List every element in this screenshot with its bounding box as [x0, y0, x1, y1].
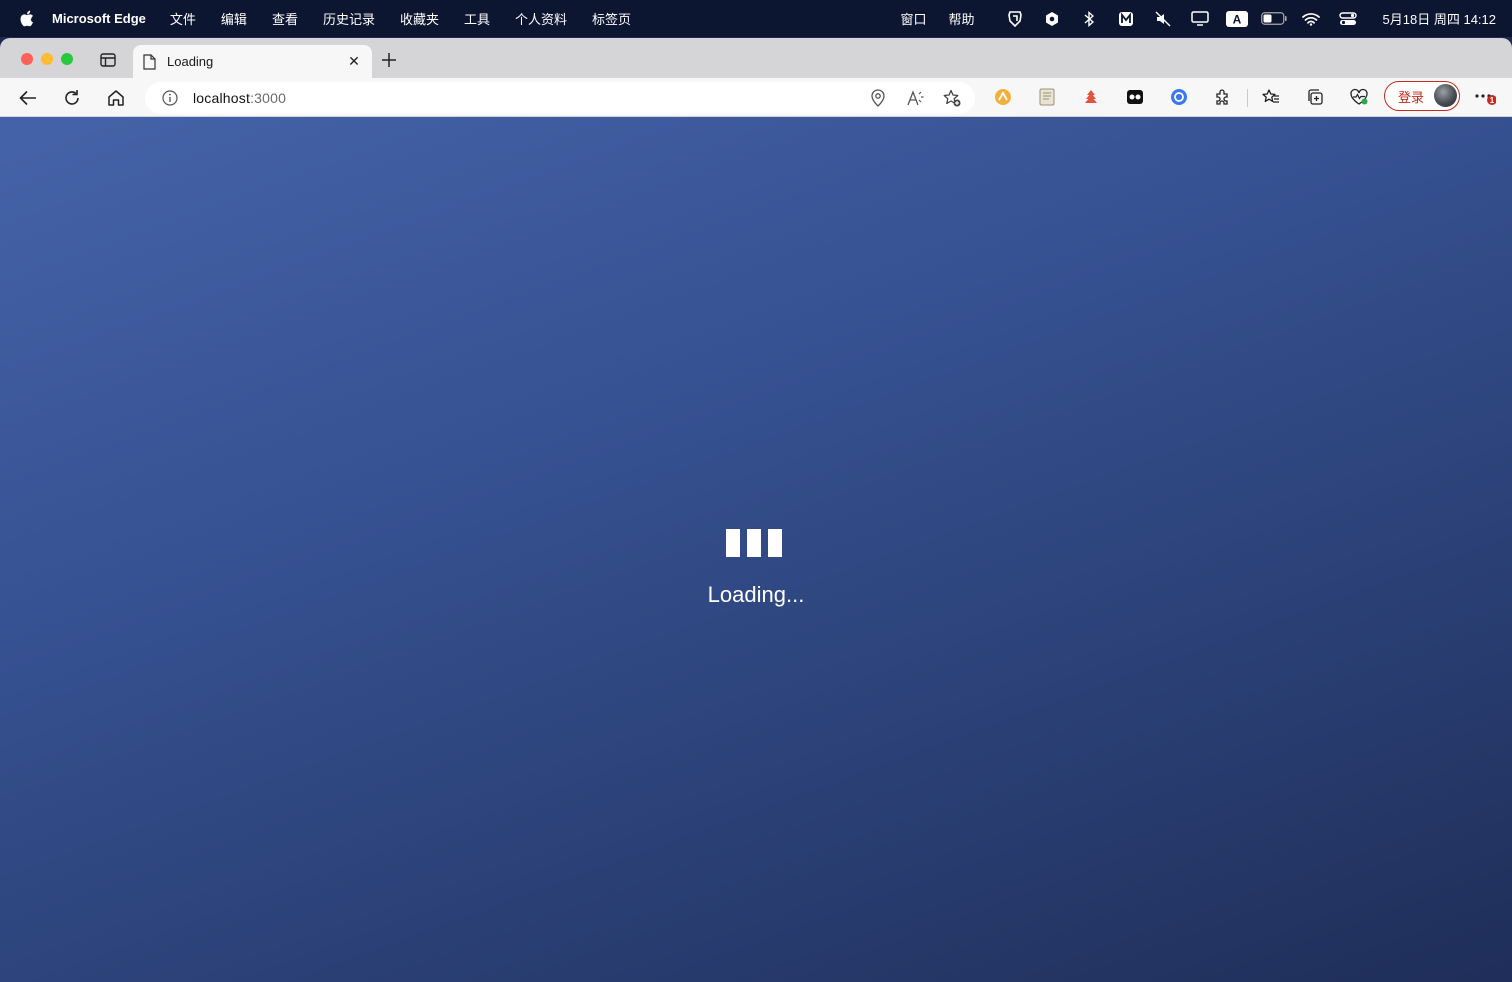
- sign-in-button[interactable]: 登录: [1384, 81, 1460, 111]
- display-icon[interactable]: [1182, 0, 1219, 37]
- read-aloud-icon[interactable]: [907, 89, 925, 107]
- extension-tree-icon[interactable]: [1081, 87, 1101, 107]
- refresh-icon[interactable]: [61, 87, 83, 109]
- profile-avatar[interactable]: [1434, 84, 1457, 107]
- menu-help[interactable]: 帮助: [949, 9, 975, 28]
- menu-view[interactable]: 查看: [272, 9, 298, 28]
- sign-in-label: 登录: [1398, 89, 1425, 105]
- bluetooth-icon[interactable]: [1071, 0, 1108, 37]
- menu-profile[interactable]: 个人资料: [515, 9, 567, 28]
- menu-history[interactable]: 历史记录: [323, 9, 375, 28]
- menu-tools[interactable]: 工具: [464, 9, 490, 28]
- tab-actions-icon[interactable]: [100, 52, 118, 70]
- tab-loading[interactable]: Loading ✕: [133, 45, 372, 78]
- url-text[interactable]: localhost:3000: [193, 90, 286, 106]
- status-tray: A: [997, 0, 1367, 37]
- loader-bar: [726, 529, 740, 557]
- svg-text:A: A: [1233, 12, 1242, 26]
- battery-icon[interactable]: [1256, 0, 1293, 37]
- collections-icon[interactable]: [1305, 87, 1325, 107]
- url-port: :3000: [250, 90, 287, 106]
- notification-badge: 1: [1490, 96, 1495, 105]
- guard-icon[interactable]: [997, 0, 1034, 37]
- shield-icon[interactable]: [1034, 0, 1071, 37]
- back-arrow-icon[interactable]: [17, 87, 39, 109]
- extension-orange-icon[interactable]: [993, 87, 1013, 107]
- tab-strip: Loading ✕: [0, 38, 1512, 78]
- extension-mask-icon[interactable]: [1125, 87, 1145, 107]
- loading-spinner-bars: [726, 529, 782, 557]
- loading-text: Loading...: [707, 582, 805, 607]
- address-bar[interactable]: localhost:3000: [145, 82, 975, 114]
- mute-icon[interactable]: [1145, 0, 1182, 37]
- home-icon[interactable]: [105, 87, 127, 109]
- wifi-icon[interactable]: [1293, 0, 1330, 37]
- add-favorite-icon[interactable]: [943, 89, 961, 107]
- extension-blue-circle-icon[interactable]: [1169, 87, 1189, 107]
- input-method-icon[interactable]: A: [1219, 0, 1256, 37]
- page-icon: [143, 53, 157, 70]
- extensions-puzzle-icon[interactable]: [1213, 87, 1233, 107]
- window-controls: [21, 53, 73, 65]
- app-name-menu[interactable]: Microsoft Edge: [52, 11, 146, 26]
- page-content: Loading...: [0, 117, 1512, 982]
- url-host: localhost: [193, 90, 251, 106]
- loader-bar: [768, 529, 782, 557]
- m-app-icon[interactable]: [1108, 0, 1145, 37]
- favorites-icon[interactable]: [1261, 87, 1281, 107]
- menu-tabs[interactable]: 标签页: [592, 9, 631, 28]
- close-tab-icon[interactable]: ✕: [346, 53, 362, 70]
- site-info-icon[interactable]: [162, 90, 178, 106]
- browser-essentials-icon[interactable]: [1349, 87, 1369, 107]
- zoom-window-button[interactable]: [61, 53, 73, 65]
- control-center-icon[interactable]: [1330, 0, 1367, 37]
- loader-bar: [747, 529, 761, 557]
- menu-window[interactable]: 窗口: [901, 9, 927, 28]
- close-window-button[interactable]: [21, 53, 33, 65]
- new-tab-plus-icon[interactable]: [380, 51, 400, 71]
- browser-toolbar: localhost:3000 登录 1: [0, 78, 1512, 117]
- menu-edit[interactable]: 编辑: [221, 9, 247, 28]
- macos-menubar: Microsoft Edge 文件 编辑 查看 历史记录 收藏夹 工具 个人资料…: [0, 0, 1512, 37]
- minimize-window-button[interactable]: [41, 53, 53, 65]
- tab-title: Loading: [167, 54, 214, 69]
- toolbar-divider: [1247, 89, 1248, 107]
- extension-document-icon[interactable]: [1037, 87, 1057, 107]
- apple-menu-icon[interactable]: [0, 10, 52, 27]
- location-pin-icon[interactable]: [869, 89, 887, 107]
- menu-favorites[interactable]: 收藏夹: [400, 9, 439, 28]
- menubar-datetime[interactable]: 5月18日 周四 14:12: [1383, 9, 1496, 28]
- menu-file[interactable]: 文件: [170, 9, 196, 28]
- browser-window: Loading ✕ localhost:3000 登录 1 Loading...: [0, 38, 1512, 982]
- more-options-icon[interactable]: 1: [1474, 85, 1497, 107]
